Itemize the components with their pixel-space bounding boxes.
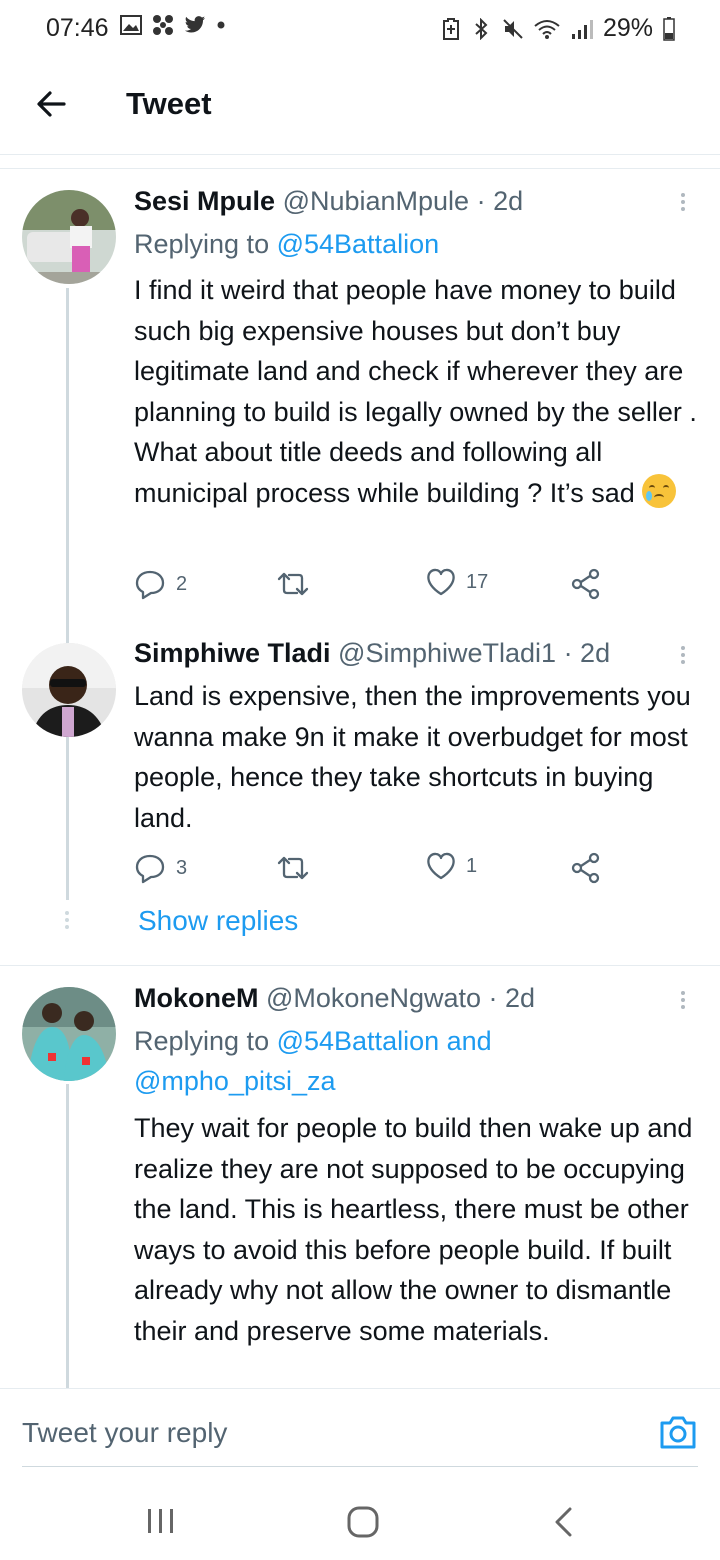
author-handle[interactable]: @MokoneNgwato [266, 983, 481, 1013]
dot-icon [216, 14, 226, 36]
like-count: 17 [466, 570, 489, 593]
retweet-icon [277, 856, 309, 880]
tweet-text-content: I find it weird that people have money t… [134, 275, 697, 508]
author-name[interactable]: Sesi Mpule [134, 186, 275, 216]
reply-button[interactable]: 3 [134, 852, 187, 884]
signal-icon [570, 18, 594, 40]
fan-icon [152, 14, 174, 36]
camera-icon[interactable] [658, 1413, 698, 1451]
mention-link[interactable]: @54Battalion and [277, 1026, 492, 1056]
recent-apps-icon[interactable] [146, 1508, 176, 1539]
like-button[interactable]: 17 [426, 568, 488, 596]
tweet-actions: 2 17 [134, 568, 634, 604]
wifi-icon [533, 18, 561, 40]
replying-to-label: Replying to [134, 229, 277, 259]
tweet-meta: Simphiwe Tladi @SimphiweTladi1 · 2d [134, 638, 610, 669]
show-replies-link[interactable]: Show replies [138, 905, 298, 937]
gallery-icon [120, 14, 142, 36]
author-handle[interactable]: @NubianMpule [283, 186, 470, 216]
reply-icon [135, 854, 165, 884]
like-button[interactable]: 1 [426, 852, 477, 880]
share-button[interactable] [570, 568, 602, 600]
tweet-text: Land is expensive, then the improvements… [134, 681, 691, 833]
crying-face-emoji [642, 473, 677, 508]
more-options-icon[interactable] [681, 190, 687, 214]
tweet-meta: Sesi Mpule @NubianMpule · 2d [134, 186, 523, 217]
like-count: 1 [466, 854, 478, 877]
avatar[interactable] [22, 190, 116, 284]
back-nav-icon[interactable] [552, 1506, 574, 1543]
reply-count: 2 [176, 572, 188, 595]
app-header: Tweet [0, 64, 720, 155]
author-name[interactable]: Simphiwe Tladi [134, 638, 331, 668]
more-options-icon[interactable] [681, 988, 687, 1012]
thread-line [66, 1084, 69, 1388]
mention-link[interactable]: @54Battalion [277, 229, 440, 259]
thread-line [66, 288, 69, 900]
battery-icon [662, 16, 676, 41]
tweet-time: · 2d [476, 186, 524, 216]
tweet-actions: 3 1 [134, 852, 634, 888]
share-icon [571, 852, 600, 884]
reply-underline [22, 1466, 698, 1467]
tweet-text: They wait for people to build then wake … [134, 1113, 693, 1346]
system-nav-bar [0, 1480, 720, 1560]
home-icon[interactable] [347, 1506, 379, 1543]
heart-icon [427, 852, 455, 880]
retweet-button[interactable] [276, 852, 310, 884]
status-time: 07:46 [46, 14, 109, 42]
status-right-icons: 29% [440, 14, 676, 43]
avatar[interactable] [22, 643, 116, 737]
reply-icon [135, 570, 165, 600]
battery-saver-icon [440, 17, 462, 40]
heart-icon [427, 568, 455, 596]
reply-input[interactable]: Tweet your reply [22, 1417, 227, 1449]
divider [0, 168, 720, 169]
retweet-button[interactable] [276, 568, 310, 600]
mute-icon [502, 18, 524, 40]
twitter-icon [184, 14, 206, 36]
back-arrow-icon[interactable] [32, 84, 72, 124]
replying-to: Replying to @54Battalion [134, 224, 439, 264]
mention-link[interactable]: @mpho_pitsi_za [134, 1066, 336, 1096]
author-name[interactable]: MokoneM [134, 983, 259, 1013]
reply-button[interactable]: 2 [134, 568, 187, 600]
tweet-time: · 2d [488, 983, 536, 1013]
retweet-icon [277, 572, 309, 596]
battery-percent: 29% [602, 14, 653, 42]
share-icon [571, 568, 600, 600]
author-handle[interactable]: @SimphiweTladi1 [338, 638, 556, 668]
tweet-meta: MokoneM @MokoneNgwato · 2d [134, 983, 535, 1014]
replying-to-label: Replying to [134, 1026, 277, 1056]
tweet-text: I find it weird that people have money t… [134, 270, 704, 514]
avatar[interactable] [22, 987, 116, 1081]
replying-to: Replying to @54Battalion and @mpho_pitsi… [134, 1021, 492, 1101]
tweet-time: · 2d [563, 638, 611, 668]
share-button[interactable] [570, 852, 602, 884]
page-title: Tweet [126, 86, 212, 121]
reply-count: 3 [176, 856, 188, 879]
reply-composer: Tweet your reply [0, 1388, 720, 1469]
bluetooth-icon [471, 17, 493, 40]
more-options-icon[interactable] [681, 643, 687, 667]
thread-dots [64, 908, 70, 932]
status-left-icons [120, 14, 226, 36]
divider [0, 965, 720, 966]
